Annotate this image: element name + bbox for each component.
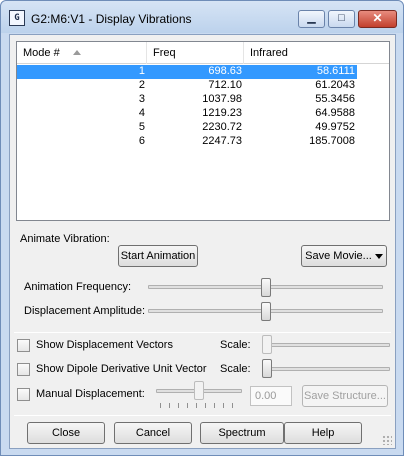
- maximize-icon: □: [338, 12, 345, 24]
- maximize-button[interactable]: □: [328, 10, 355, 28]
- dropdown-arrow-icon: [374, 253, 383, 259]
- help-button[interactable]: Help: [284, 422, 362, 444]
- table-header: Mode # Freq Infrared: [17, 42, 389, 64]
- manual-displacement-checkbox[interactable]: [17, 388, 30, 401]
- infrared-cell: 49.9752: [315, 121, 355, 133]
- infrared-cell: 58.6111: [316, 65, 355, 77]
- displacement-amplitude-label: Displacement Amplitude:: [24, 305, 146, 317]
- mode-number-cell: 1: [138, 65, 145, 77]
- spectrum-button[interactable]: Spectrum: [200, 422, 284, 444]
- table-row[interactable]: 4 1219.23 64.9588: [17, 107, 357, 121]
- animate-vibration-label: Animate Vibration:: [20, 233, 110, 245]
- frequency-cell: 712.10: [208, 79, 242, 91]
- show-dipole-derivative-checkbox[interactable]: [17, 363, 30, 376]
- infrared-cell: 61.2043: [315, 79, 355, 91]
- infrared-cell: 64.9588: [315, 107, 355, 119]
- manual-displacement-slider-thumb[interactable]: [194, 381, 204, 400]
- table-row[interactable]: 1 698.63 58.6111: [17, 65, 357, 79]
- mode-number-cell: 4: [138, 107, 145, 119]
- minimize-button[interactable]: ▁: [298, 10, 325, 28]
- manual-displacement-label: Manual Displacement:: [36, 388, 145, 400]
- frequency-cell: 1037.98: [202, 93, 242, 105]
- vectors-scale-slider-thumb[interactable]: [262, 335, 272, 354]
- display-vibrations-window: G G2:M6:V1 - Display Vibrations ▁ □ ✕ Mo…: [0, 0, 404, 456]
- window-title: G2:M6:V1 - Display Vibrations: [31, 12, 192, 26]
- dipole-scale-label: Scale:: [220, 363, 251, 375]
- frequency-cell: 2247.73: [202, 135, 242, 147]
- show-displacement-vectors-label: Show Displacement Vectors: [36, 339, 173, 351]
- title-bar[interactable]: G G2:M6:V1 - Display Vibrations ▁ □ ✕: [1, 1, 403, 33]
- animation-frequency-slider-thumb[interactable]: [260, 278, 271, 297]
- resize-grip-icon[interactable]: [382, 435, 392, 445]
- mode-number-cell: 2: [138, 79, 145, 91]
- manual-displacement-ticks: [160, 403, 240, 408]
- footer-divider: [14, 415, 391, 416]
- vectors-scale-track[interactable]: [262, 343, 390, 347]
- dialog-client-area: Mode # Freq Infrared 1 698.63 58.6111 2 712.…: [9, 34, 396, 449]
- table-row[interactable]: 5 2230.72 49.9752: [17, 121, 357, 135]
- manual-displacement-value-field[interactable]: 0.00: [250, 386, 292, 406]
- section-divider: [14, 332, 391, 333]
- table-row[interactable]: 2 712.10 61.2043: [17, 79, 357, 93]
- gaussview-app-icon: G: [9, 10, 25, 26]
- displacement-amplitude-slider-thumb[interactable]: [260, 302, 271, 321]
- show-dipole-derivative-label: Show Dipole Derivative Unit Vector: [36, 363, 207, 375]
- column-header-infrared[interactable]: Infrared: [244, 42, 361, 64]
- column-header-mode[interactable]: Mode #: [17, 42, 147, 64]
- cancel-button[interactable]: Cancel: [114, 422, 192, 444]
- dipole-scale-slider-thumb[interactable]: [262, 359, 272, 378]
- frequency-cell: 1219.23: [202, 107, 242, 119]
- infrared-cell: 55.3456: [315, 93, 355, 105]
- infrared-cell: 185.7008: [309, 135, 355, 147]
- frequency-cell: 698.63: [208, 65, 242, 77]
- close-icon: ✕: [372, 11, 383, 25]
- close-button[interactable]: Close: [27, 422, 105, 444]
- column-header-freq[interactable]: Freq: [147, 42, 244, 64]
- show-displacement-vectors-checkbox[interactable]: [17, 339, 30, 352]
- table-row[interactable]: 3 1037.98 55.3456: [17, 93, 357, 107]
- mode-number-cell: 3: [138, 93, 145, 105]
- vectors-scale-label: Scale:: [220, 339, 251, 351]
- frequency-cell: 2230.72: [202, 121, 242, 133]
- mode-number-cell: 6: [138, 135, 145, 147]
- mode-number-cell: 5: [138, 121, 145, 133]
- vibration-mode-table[interactable]: Mode # Freq Infrared 1 698.63 58.6111 2 712.…: [16, 41, 390, 221]
- save-movie-button[interactable]: Save Movie...: [301, 245, 387, 267]
- close-window-button[interactable]: ✕: [358, 10, 397, 28]
- minimize-icon: ▁: [307, 12, 316, 24]
- sort-ascending-icon: [73, 50, 81, 55]
- save-structure-button[interactable]: Save Structure...: [302, 385, 388, 407]
- start-animation-button[interactable]: Start Animation: [118, 245, 198, 267]
- animation-frequency-label: Animation Frequency:: [24, 281, 131, 293]
- table-row[interactable]: 6 2247.73 185.7008: [17, 135, 357, 149]
- dipole-scale-track[interactable]: [262, 367, 390, 371]
